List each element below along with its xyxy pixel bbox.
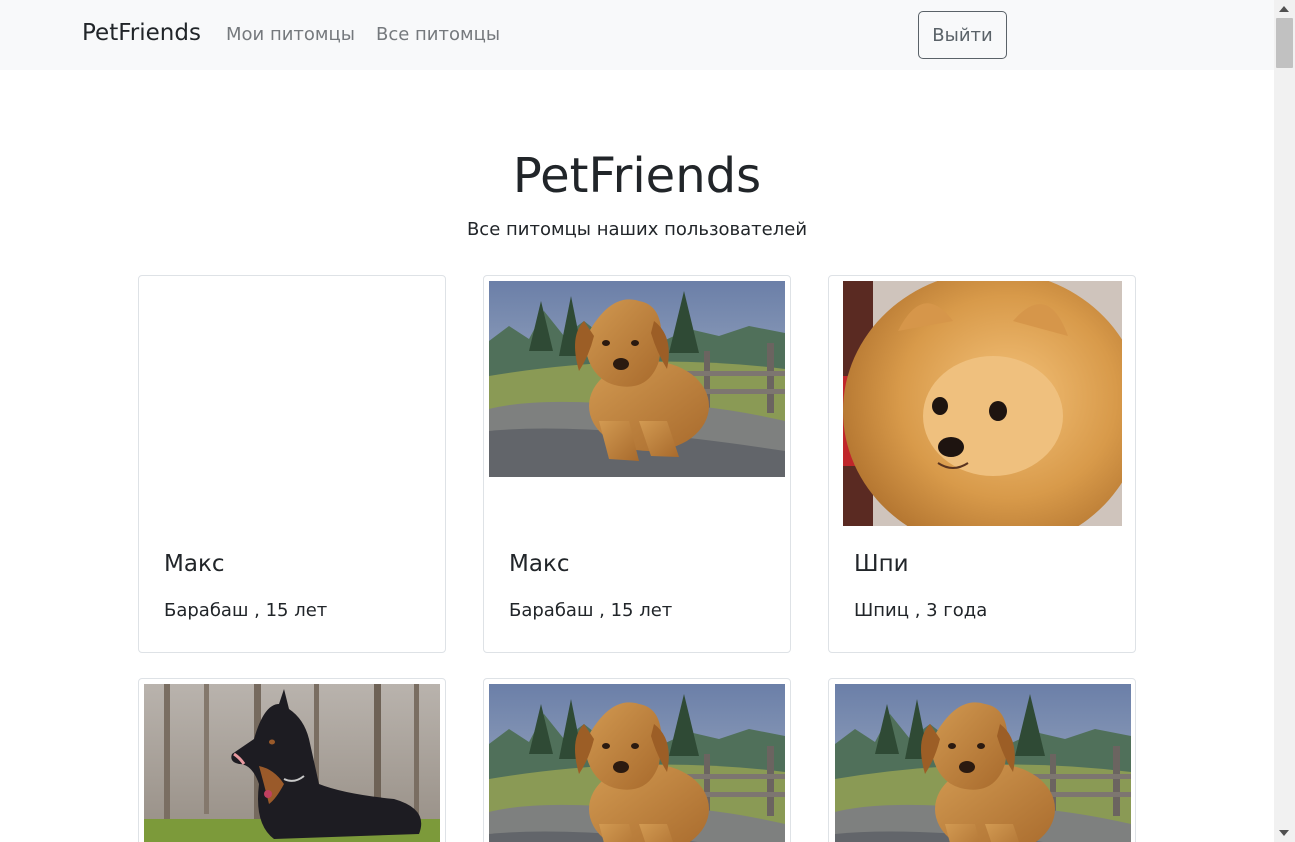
scrollbar-thumb[interactable] <box>1276 18 1293 68</box>
pet-name: Макс <box>509 551 570 577</box>
doberman-photo <box>144 684 440 842</box>
pomeranian-photo <box>843 281 1122 526</box>
page-subtitle: Все питомцы наших пользователей <box>466 219 808 240</box>
pet-info: Шпиц , 3 года <box>854 600 988 621</box>
pet-card[interactable] <box>483 678 791 842</box>
scroll-up-arrow-icon[interactable] <box>1279 6 1289 12</box>
pet-card[interactable] <box>138 678 446 842</box>
pet-card[interactable]: Шпи Шпиц , 3 года <box>828 275 1136 653</box>
pet-card[interactable] <box>828 678 1136 842</box>
top-navbar: PetFriends Мои питомцы Все питомцы Выйти <box>0 0 1274 70</box>
pet-name: Шпи <box>854 551 909 577</box>
pet-card[interactable]: Макс Барабаш , 15 лет <box>483 275 791 653</box>
pet-info: Барабаш , 15 лет <box>164 600 328 621</box>
page-title: PetFriends <box>512 148 762 204</box>
pet-info: Барабаш , 15 лет <box>509 600 673 621</box>
scroll-down-arrow-icon[interactable] <box>1279 830 1289 836</box>
logout-button[interactable]: Выйти <box>918 11 1007 59</box>
golden-retriever-on-rock-photo <box>835 684 1131 842</box>
nav-all-pets[interactable]: Все питомцы <box>376 24 500 45</box>
pet-name: Макс <box>164 551 225 577</box>
golden-retriever-on-rock-photo <box>489 684 785 842</box>
golden-retriever-on-rock-photo <box>489 281 785 477</box>
pet-card[interactable]: Макс Барабаш , 15 лет <box>138 275 446 653</box>
nav-my-pets[interactable]: Мои питомцы <box>226 24 355 45</box>
brand-link[interactable]: PetFriends <box>82 20 201 46</box>
vertical-scrollbar[interactable] <box>1274 0 1295 842</box>
